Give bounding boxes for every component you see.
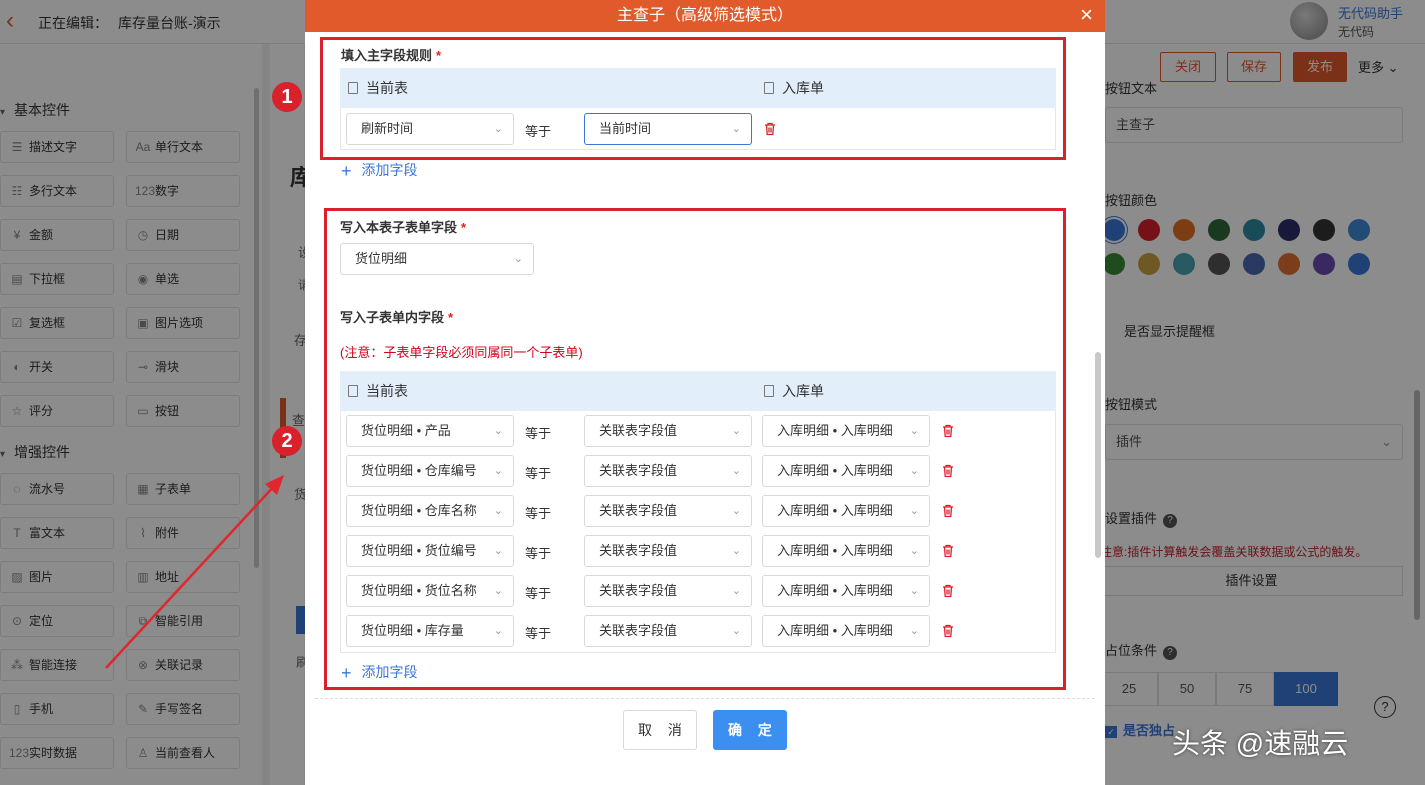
annotation-arrow [105, 475, 284, 669]
watermark: 头条 @速融云 [1172, 728, 1349, 759]
